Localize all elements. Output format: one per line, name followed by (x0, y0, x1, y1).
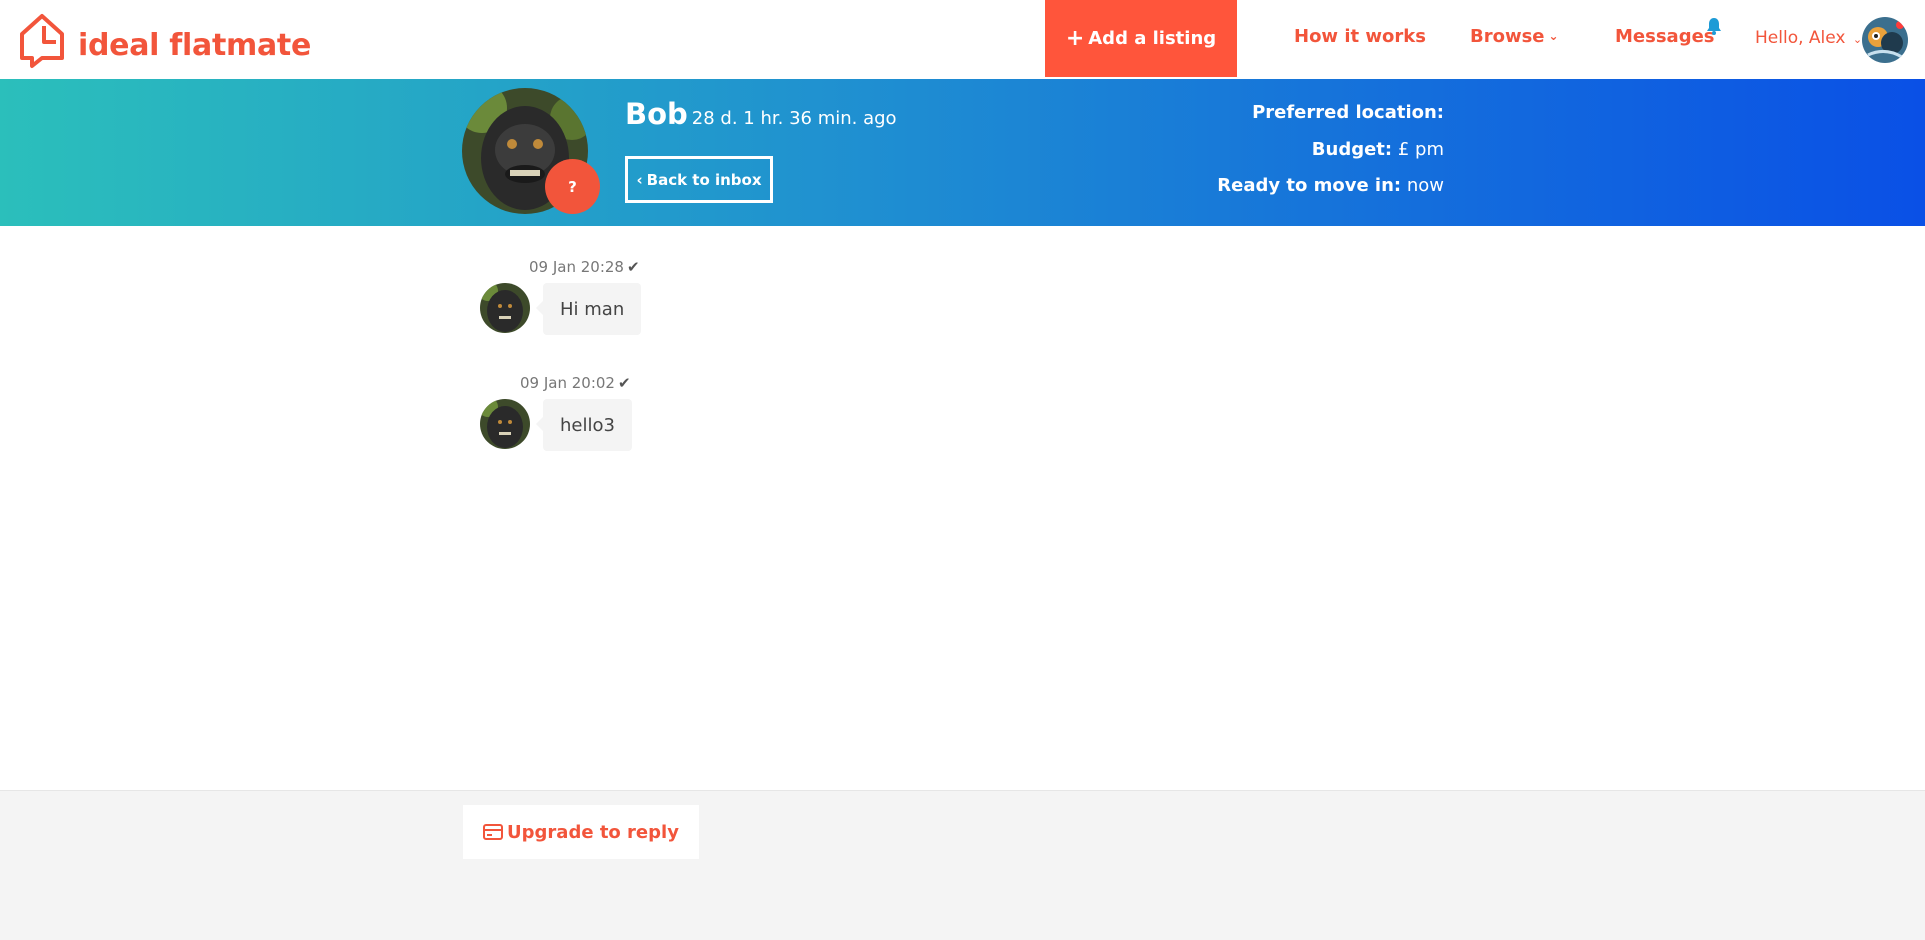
message-timestamp: 09 Jan 20:02 ✔ (520, 374, 631, 392)
nav-messages-link[interactable]: Messages (1615, 26, 1715, 47)
credit-card-icon (483, 824, 504, 840)
contact-name: Bob (625, 97, 688, 131)
bell-notification-icon[interactable] (1706, 17, 1722, 35)
monkey-photo-image (480, 399, 530, 449)
back-to-inbox-button[interactable]: ‹ Back to inbox (625, 156, 773, 203)
nav-browse-dropdown[interactable]: Browse ⌄ (1470, 26, 1559, 47)
brand-name: ideal flatmate (78, 27, 311, 63)
budget-row: Budget: £ pm (1312, 139, 1444, 160)
move-in-label: Ready to move in: (1217, 175, 1402, 196)
check-icon: ✔ (617, 374, 631, 392)
message-time: 09 Jan 20:02 (520, 374, 615, 392)
last-seen-text: 28 d. 1 hr. 36 min. ago (691, 108, 897, 129)
sender-avatar (480, 283, 530, 333)
budget-value: £ pm (1397, 139, 1444, 160)
budget-label: Budget: (1311, 139, 1393, 160)
house-chat-logo-icon (20, 14, 64, 68)
chevron-left-icon: ‹ (636, 170, 643, 189)
check-icon: ✔ (626, 258, 640, 276)
user-menu-dropdown[interactable]: Hello, Alex ⌄ (1755, 28, 1862, 48)
preferred-location-row: Preferred location: (1252, 102, 1444, 123)
move-in-value: now (1406, 175, 1444, 196)
back-to-inbox-label: Back to inbox (646, 170, 762, 189)
conversation-header: ? Bob 28 d. 1 hr. 36 min. ago ‹ Back to i… (0, 79, 1925, 226)
user-greeting: Hello, Alex (1755, 28, 1846, 48)
move-in-row: Ready to move in: now (1217, 175, 1444, 196)
top-navbar: ideal flatmate + Add a listing How it wo… (0, 0, 1925, 79)
contact-heading: Bob 28 d. 1 hr. 36 min. ago (625, 97, 897, 131)
upgrade-to-reply-button[interactable]: Upgrade to reply (463, 805, 699, 859)
reply-footer: Upgrade to reply (0, 790, 1925, 940)
add-listing-button[interactable]: + Add a listing (1045, 0, 1237, 77)
sender-avatar (480, 399, 530, 449)
user-avatar-image (1862, 17, 1908, 63)
monkey-photo-image (480, 283, 530, 333)
upgrade-label: Upgrade to reply (507, 821, 679, 843)
nav-browse-label: Browse (1470, 26, 1545, 47)
message-bubble: Hi man (535, 283, 642, 335)
message-text: Hi man (560, 298, 625, 320)
nav-how-it-works-link[interactable]: How it works (1294, 26, 1426, 47)
user-avatar[interactable] (1862, 17, 1908, 63)
preferred-location-label: Preferred location: (1252, 102, 1444, 123)
chevron-down-icon: ⌄ (1548, 29, 1559, 43)
brand-logo[interactable]: ideal flatmate (18, 12, 311, 70)
chevron-down-icon: ⌄ (1852, 33, 1863, 46)
plus-icon: + (1065, 26, 1085, 51)
message-bubble: hello3 (536, 399, 632, 451)
message-timestamp: 09 Jan 20:28 ✔ (529, 258, 640, 276)
message-time: 09 Jan 20:28 (529, 258, 624, 276)
add-listing-label: Add a listing (1088, 28, 1217, 49)
question-badge[interactable]: ? (545, 159, 600, 214)
message-text: hello3 (560, 414, 615, 436)
